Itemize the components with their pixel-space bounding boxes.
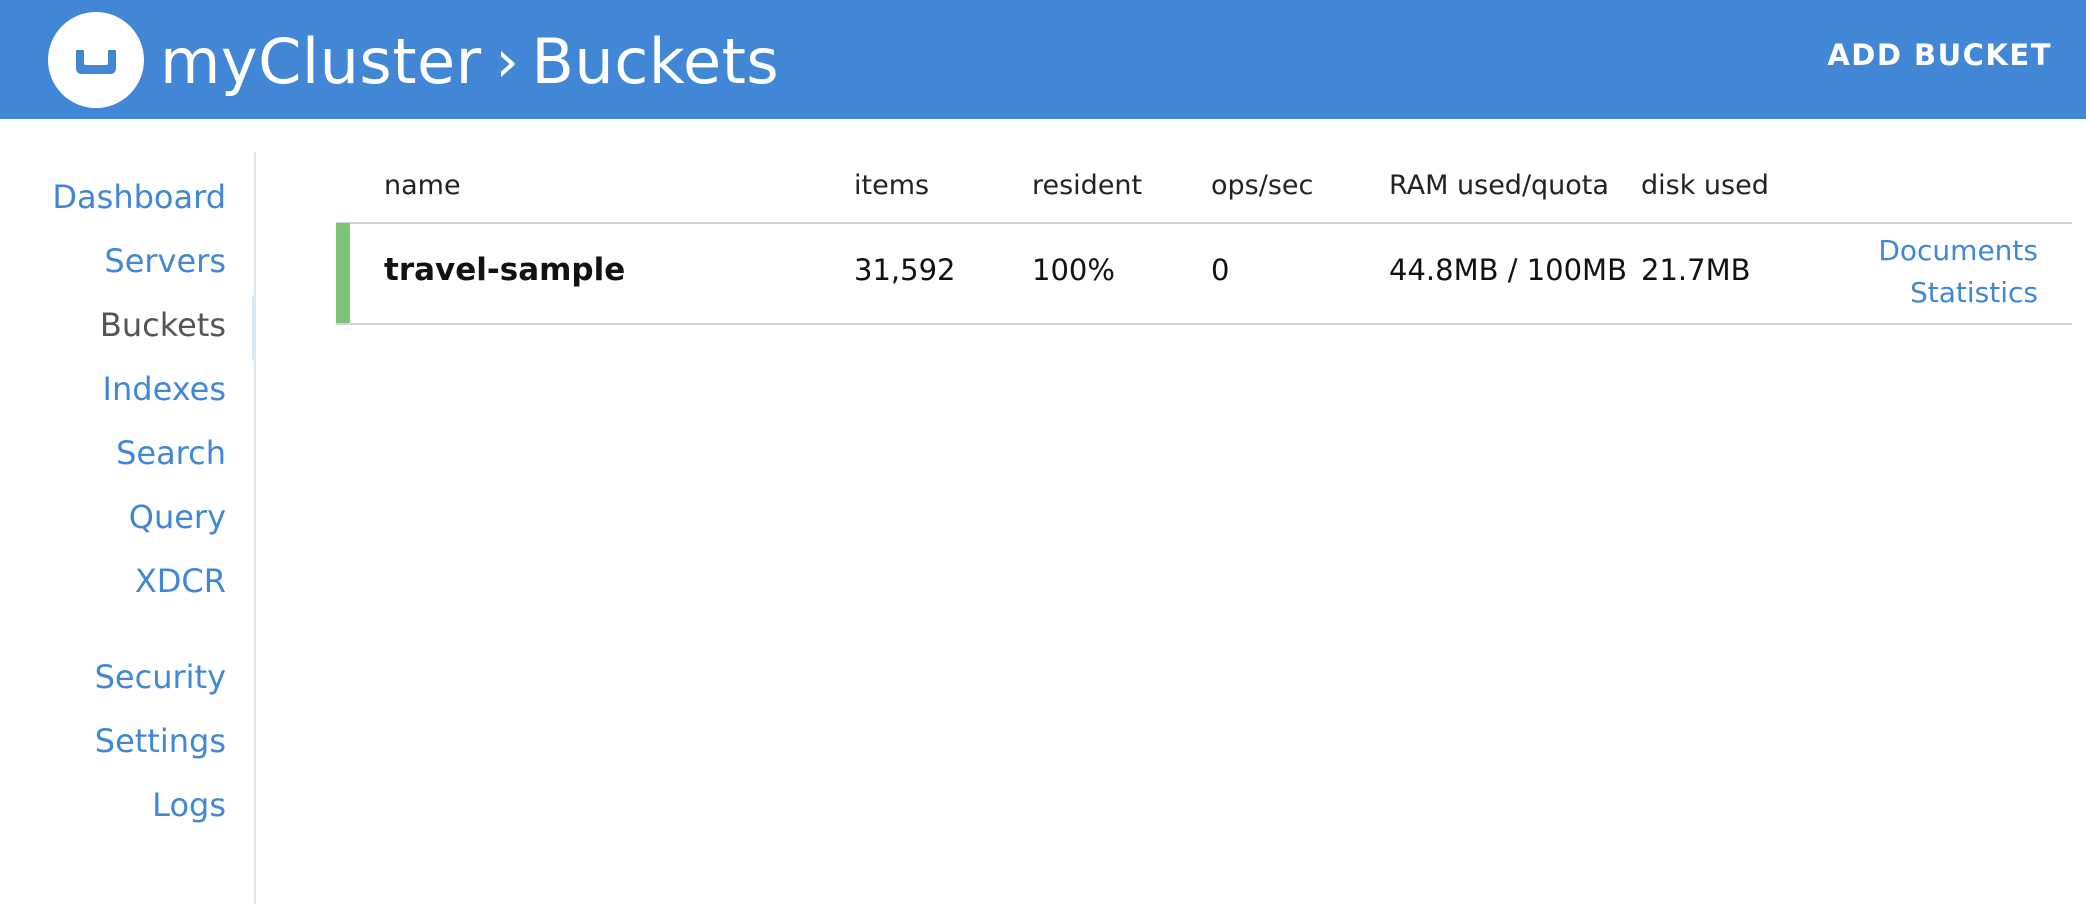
couchbase-logo-icon[interactable] [48,12,144,108]
sidebar-nav: Dashboard Servers Buckets Indexes Search… [0,152,256,904]
sidebar-item-servers[interactable]: Servers [104,242,226,280]
add-bucket-button[interactable]: ADD BUCKET [1827,38,2052,72]
column-header-name[interactable]: name [384,170,461,201]
column-header-ram[interactable]: RAM used/quota [1389,170,1609,201]
sidebar-item-xdcr[interactable]: XDCR [135,562,226,600]
column-header-disk[interactable]: disk used [1641,170,1769,201]
bucket-ram-usage: 44.8MB / 100MB [1389,253,1627,287]
bucket-ops-sec: 0 [1211,253,1230,287]
bucket-disk-used: 21.7MB [1641,253,1751,287]
sidebar-item-indexes[interactable]: Indexes [103,370,226,408]
buckets-table-header: name items resident ops/sec RAM used/quo… [336,165,2072,224]
sidebar-item-logs[interactable]: Logs [152,786,226,824]
documents-link[interactable]: Documents [1878,234,2038,267]
table-row[interactable]: travel-sample 31,592 100% 0 44.8MB / 100… [336,223,2072,325]
statistics-link[interactable]: Statistics [1910,276,2038,309]
column-header-items[interactable]: items [854,170,929,201]
bucket-status-indicator [336,223,350,323]
top-bar: myCluster › Buckets ADD BUCKET [0,0,2086,119]
column-header-ops-sec[interactable]: ops/sec [1211,170,1313,201]
breadcrumb-cluster[interactable]: myCluster [160,25,482,98]
sidebar-item-dashboard[interactable]: Dashboard [52,178,226,216]
sidebar-item-security[interactable]: Security [95,658,226,696]
bucket-items: 31,592 [854,253,956,287]
sidebar-item-buckets[interactable]: Buckets [100,306,226,344]
chevron-right-icon: › [495,27,520,95]
sidebar-item-search[interactable]: Search [116,434,226,472]
bucket-name[interactable]: travel-sample [384,252,625,288]
active-indicator [252,296,256,360]
bucket-resident: 100% [1032,253,1115,287]
column-header-resident[interactable]: resident [1032,170,1142,201]
sidebar-item-query[interactable]: Query [129,498,226,536]
breadcrumb: myCluster › Buckets [160,18,779,104]
page-title: Buckets [531,24,780,98]
sidebar-item-settings[interactable]: Settings [95,722,226,760]
